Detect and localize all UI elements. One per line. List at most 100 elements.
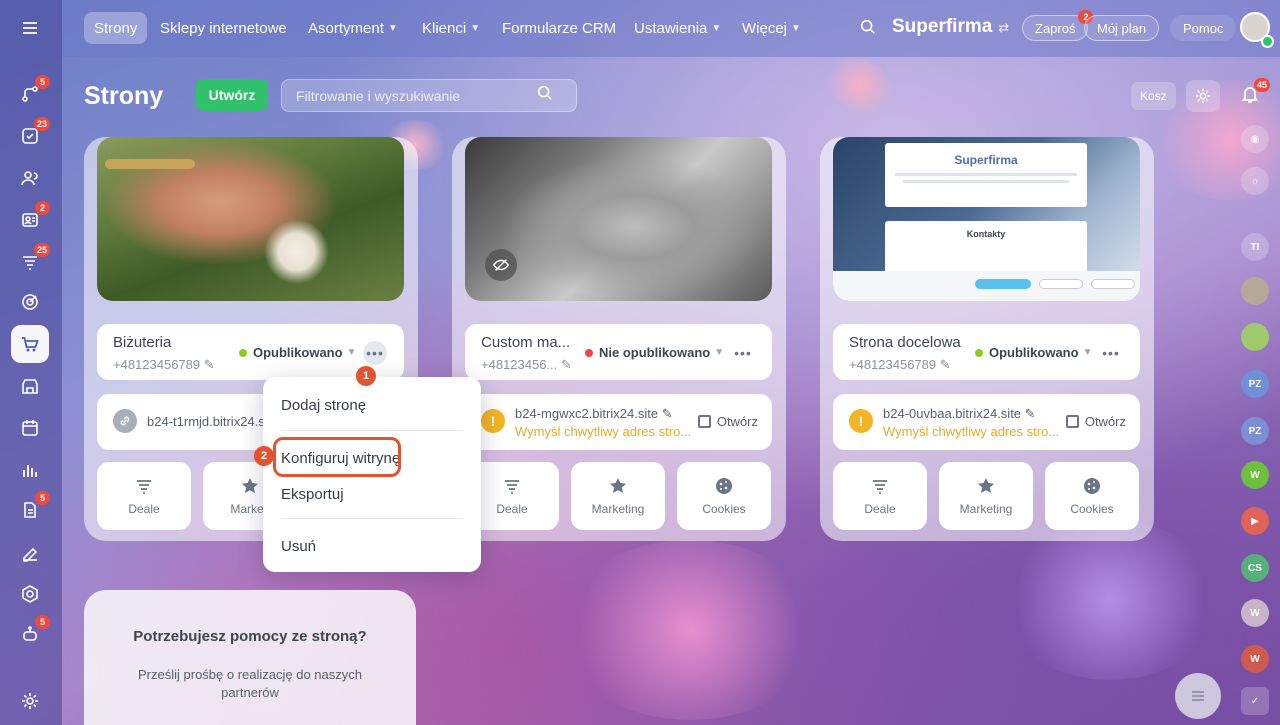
domain-row: ! b24-mgwxc2.bitrix24.site ✎ Wymyśl chwy… — [465, 394, 772, 450]
funnel-icon — [505, 480, 519, 494]
rail-avatar[interactable]: CS — [1241, 554, 1269, 582]
star-icon — [978, 478, 994, 493]
site-thumbnail[interactable] — [465, 137, 772, 301]
tab-formularze-crm[interactable]: Formularze CRM — [492, 12, 626, 44]
search-icon[interactable] — [536, 84, 554, 107]
site-domain[interactable]: b24-mgwxc2.bitrix24.site ✎ — [515, 406, 673, 422]
notifications-bell-icon[interactable]: 45 — [1240, 78, 1270, 109]
cookies-button[interactable]: Cookies — [1045, 462, 1139, 530]
sidebar-item-tasks[interactable]: 23 — [11, 117, 50, 155]
sidebar-item-feed[interactable]: 25 — [11, 243, 50, 281]
site-name[interactable]: Strona docelowa — [849, 334, 961, 351]
rail-avatar[interactable]: W — [1241, 461, 1269, 489]
tab-label: Sklepy internetowe — [160, 19, 287, 37]
brand-label: Superfirma — [892, 16, 993, 37]
sidebar-item-pipelines[interactable]: 5 — [11, 75, 50, 113]
avatar-initials: TI — [1250, 241, 1260, 253]
chat-icon[interactable]: ◉ — [1241, 125, 1269, 153]
video-call-icon[interactable]: ▶ — [1241, 507, 1269, 535]
action-label: Deale — [864, 502, 896, 516]
rail-avatar[interactable]: W — [1241, 645, 1269, 673]
preview-accept-button — [975, 279, 1031, 289]
invite-button[interactable]: Zaproś 2 — [1022, 10, 1094, 41]
sidebar-item-bots[interactable]: 5 — [11, 615, 50, 653]
tab-wiecej[interactable]: Więcej ▼ — [732, 12, 811, 44]
open-site-link[interactable]: Otwórz — [1065, 414, 1126, 429]
tab-label: Asortyment — [308, 19, 384, 37]
floating-menu-button[interactable] — [1175, 673, 1221, 719]
more-options-button[interactable]: ••• — [731, 341, 755, 365]
status-dropdown[interactable]: Opublikowano ▼ — [975, 345, 1092, 360]
my-plan-button[interactable]: Mój plan — [1084, 15, 1160, 41]
link-icon — [113, 409, 137, 433]
rail-avatar[interactable] — [1241, 277, 1269, 305]
sidebar-item-goals[interactable] — [11, 283, 49, 321]
deals-button[interactable]: Deale — [833, 462, 927, 530]
checklist-icon[interactable]: ✓ — [1241, 687, 1269, 715]
status-dropdown[interactable]: Nie opublikowano ▼ — [585, 345, 724, 360]
sidebar-item-store[interactable] — [11, 367, 49, 405]
marketing-button[interactable]: Marketing — [571, 462, 665, 530]
trash-button[interactable]: Kosz — [1131, 82, 1176, 110]
brand-name[interactable]: Superfirma ⇄ — [892, 16, 1009, 38]
sidebar-item-automation[interactable] — [11, 575, 49, 613]
site-name[interactable]: Custom ma... — [481, 334, 570, 351]
menu-item-export[interactable]: Eksportuj — [281, 486, 344, 503]
settings-gear-icon[interactable] — [11, 682, 49, 720]
menu-item-delete[interactable]: Usuń — [281, 538, 316, 555]
edit-pencil-icon[interactable]: ✎ — [561, 357, 572, 372]
cookies-button[interactable]: Cookies — [677, 462, 771, 530]
sidebar-item-calendar[interactable] — [11, 409, 49, 447]
help-button[interactable]: Pomoc — [1170, 15, 1237, 41]
sidebar-item-contacts[interactable] — [11, 159, 49, 197]
menu-icon[interactable] — [11, 9, 49, 47]
tab-label: Ustawienia — [634, 19, 708, 37]
rail-avatar[interactable]: PZ — [1241, 417, 1269, 445]
top-navigation: Strony Sklepy internetowe Asortyment ▼ Kl… — [62, 0, 1280, 57]
edit-pencil-icon[interactable]: ✎ — [662, 406, 673, 421]
tab-strony[interactable]: Strony — [84, 12, 148, 44]
rail-avatar[interactable]: W — [1241, 599, 1269, 627]
more-options-button[interactable]: ••• — [363, 341, 387, 365]
edit-pencil-icon[interactable]: ✎ — [1025, 406, 1036, 421]
site-domain[interactable]: b24-t1rmjd.bitrix24.s — [147, 414, 265, 429]
sidebar-item-sites[interactable] — [11, 325, 49, 363]
preview-text-line — [903, 180, 1069, 183]
menu-item-add-page[interactable]: Dodaj stronę — [281, 397, 366, 414]
tab-sklepy-internetowe[interactable]: Sklepy internetowe — [150, 12, 297, 44]
search-icon[interactable] — [859, 18, 877, 41]
edit-pencil-icon[interactable]: ✎ — [940, 357, 951, 372]
domain-warning[interactable]: Wymyśl chwytliwy adres stro... — [515, 424, 691, 439]
preview-text-line — [895, 173, 1077, 176]
rail-avatar[interactable]: PZ — [1241, 370, 1269, 398]
create-button[interactable]: Utwórz — [196, 79, 268, 111]
messenger-icon[interactable]: ☼ — [1241, 167, 1269, 195]
sidebar-item-documents[interactable]: 5 — [11, 491, 50, 529]
rail-avatar[interactable] — [1241, 323, 1269, 351]
domain-warning[interactable]: Wymyśl chwytliwy adres stro... — [883, 424, 1059, 439]
preview-reject-button — [1039, 279, 1083, 289]
site-name[interactable]: Biżuteria — [113, 334, 171, 351]
sidebar-item-analytics[interactable] — [11, 451, 49, 489]
site-thumbnail[interactable] — [97, 137, 404, 301]
tab-asortyment[interactable]: Asortyment ▼ — [298, 12, 408, 44]
sidebar-item-sign[interactable] — [11, 533, 49, 571]
tab-ustawienia[interactable]: Ustawienia ▼ — [624, 12, 731, 44]
create-label: Utwórz — [208, 87, 256, 103]
edit-pencil-icon[interactable]: ✎ — [204, 357, 215, 372]
site-card: Superfirma Kontakty Strona docelowa +481… — [820, 137, 1154, 541]
page-settings-button[interactable] — [1186, 80, 1220, 112]
tab-klienci[interactable]: Klienci ▼ — [412, 12, 490, 44]
site-thumbnail[interactable]: Superfirma Kontakty — [833, 137, 1140, 301]
menu-divider — [281, 518, 463, 519]
deals-button[interactable]: Deale — [97, 462, 191, 530]
search-input[interactable] — [296, 87, 536, 104]
more-options-button[interactable]: ••• — [1099, 341, 1123, 365]
site-domain[interactable]: b24-0uvbaa.bitrix24.site ✎ — [883, 406, 1036, 422]
open-site-link[interactable]: Otwórz — [697, 414, 758, 429]
filter-search-field[interactable] — [281, 79, 577, 112]
status-dropdown[interactable]: Opublikowano ▼ — [239, 345, 356, 360]
sidebar-item-crm[interactable]: 2 — [11, 201, 50, 239]
rail-avatar[interactable]: TI — [1241, 233, 1269, 261]
marketing-button[interactable]: Marketing — [939, 462, 1033, 530]
